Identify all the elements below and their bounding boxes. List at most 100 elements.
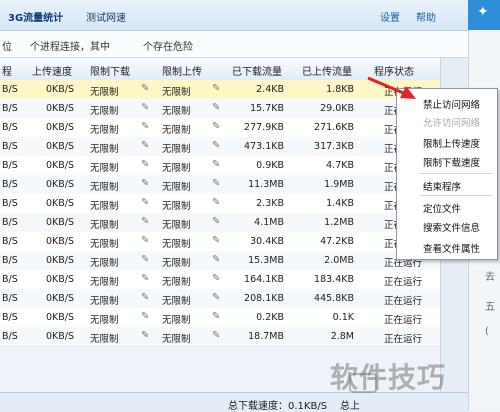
edit-icon[interactable]: ✎ bbox=[141, 121, 149, 132]
total-download-speed: 总下载速度：0.1KB/S bbox=[228, 401, 328, 412]
table-row[interactable]: B/S 0KB/S 无限制 ✎ 无限制 ✎ 164.1KB 183.4KB 正在… bbox=[0, 270, 440, 290]
tab-3g-traffic[interactable]: 3G流量统计 bbox=[8, 9, 63, 24]
menu-item-allow-network[interactable]: 允许访问网络 bbox=[423, 115, 480, 129]
cell-downloaded: 473.1KB bbox=[244, 141, 284, 152]
cell-upload-speed: 0KB/S bbox=[45, 236, 74, 247]
edit-icon[interactable]: ✎ bbox=[141, 102, 149, 113]
edit-icon[interactable]: ✎ bbox=[212, 121, 220, 132]
edit-icon[interactable]: ✎ bbox=[141, 197, 149, 208]
edit-icon[interactable]: ✎ bbox=[212, 216, 220, 227]
col-process[interactable]: 程 bbox=[2, 63, 12, 78]
cell-uploaded: 2.0MB bbox=[324, 255, 354, 266]
cell-download-limit: 无限制 bbox=[90, 87, 119, 98]
edit-icon[interactable]: ✎ bbox=[141, 216, 149, 227]
table-row[interactable]: B/S 0KB/S 无限制 ✎ 无限制 ✎ 15.7KB 29.0KB 正在运行 bbox=[0, 99, 440, 119]
menu-item-file-properties[interactable]: 查看文件属性 bbox=[423, 241, 480, 255]
cell-downloaded: 0.2KB bbox=[256, 312, 284, 323]
cell-speed: B/S bbox=[2, 122, 18, 133]
menu-item-limit-upload[interactable]: 限制上传速度 bbox=[423, 136, 480, 150]
table-row[interactable]: B/S 0KB/S 无限制 ✎ 无限制 ✎ 0.2KB 0.1K 正在运行 bbox=[0, 308, 440, 328]
edit-icon[interactable]: ✎ bbox=[141, 83, 149, 94]
cell-uploaded: 2.8M bbox=[330, 331, 354, 342]
cell-upload-limit: 无限制 bbox=[162, 144, 191, 155]
cell-upload-limit: 无限制 bbox=[162, 239, 191, 250]
total-upload-speed: 总上 bbox=[340, 401, 360, 412]
cell-download-limit: 无限制 bbox=[90, 163, 119, 174]
watermark-text: 软件技巧 bbox=[330, 361, 447, 394]
summary-prefix: 位 bbox=[2, 42, 12, 53]
edit-icon[interactable]: ✎ bbox=[212, 292, 220, 303]
col-upload-speed[interactable]: 上传速度 bbox=[32, 63, 72, 78]
cell-upload-limit: 无限制 bbox=[162, 296, 191, 307]
cell-upload-speed: 0KB/S bbox=[45, 293, 74, 304]
cell-uploaded: 1.2MB bbox=[324, 217, 354, 228]
edit-icon[interactable]: ✎ bbox=[141, 311, 149, 322]
cell-upload-limit: 无限制 bbox=[162, 125, 191, 136]
col-status[interactable]: 程序状态 bbox=[374, 63, 414, 78]
cell-upload-limit: 无限制 bbox=[162, 163, 191, 174]
edit-icon[interactable]: ✎ bbox=[141, 273, 149, 284]
cell-download-limit: 无限制 bbox=[90, 106, 119, 117]
cell-upload-speed: 0KB/S bbox=[45, 198, 74, 209]
menu-item-end-process[interactable]: 结束程序 bbox=[423, 179, 461, 193]
edit-icon[interactable]: ✎ bbox=[212, 102, 220, 113]
settings-link[interactable]: 设置 bbox=[380, 9, 400, 24]
edit-icon[interactable]: ✎ bbox=[141, 292, 149, 303]
menu-item-locate-file[interactable]: 定位文件 bbox=[423, 201, 461, 215]
edit-icon[interactable]: ✎ bbox=[141, 254, 149, 265]
col-uploaded[interactable]: 已上传流量 bbox=[302, 63, 352, 78]
corner-button[interactable]: ✦ bbox=[468, 0, 500, 30]
col-upload-limit[interactable]: 限制上传 bbox=[162, 63, 202, 78]
edit-icon[interactable]: ✎ bbox=[212, 311, 220, 322]
cell-status: 正在运行 bbox=[384, 296, 423, 307]
table-row[interactable]: B/S 0KB/S 无限制 ✎ 无限制 ✎ 11.3MB 1.9MB 正在运行 bbox=[0, 175, 440, 195]
edit-icon[interactable]: ✎ bbox=[212, 254, 220, 265]
cell-uploaded: 183.4KB bbox=[314, 274, 354, 285]
cell-speed: B/S bbox=[2, 217, 18, 228]
table-row[interactable]: B/S 0KB/S 无限制 ✎ 无限制 ✎ 30.4KB 47.2KB 正在运行 bbox=[0, 232, 440, 252]
edit-icon[interactable]: ✎ bbox=[212, 273, 220, 284]
menu-item-search-file-info[interactable]: 搜索文件信息 bbox=[423, 220, 480, 234]
edit-icon[interactable]: ✎ bbox=[212, 235, 220, 246]
table-row[interactable]: B/S 0KB/S 无限制 ✎ 无限制 ✎ 2.3KB 1.4KB 正在运行 bbox=[0, 194, 440, 214]
cell-downloaded: 11.3MB bbox=[248, 179, 284, 190]
col-download-limit[interactable]: 限制下载 bbox=[90, 63, 130, 78]
tab-speed-test[interactable]: 测试网速 bbox=[86, 9, 126, 24]
edit-icon[interactable]: ✎ bbox=[141, 159, 149, 170]
cell-upload-limit: 无限制 bbox=[162, 87, 191, 98]
cell-download-limit: 无限制 bbox=[90, 239, 119, 250]
table-row[interactable]: B/S 0KB/S 无限制 ✎ 无限制 ✎ 0.9KB 4.7KB 正在运行 bbox=[0, 156, 440, 176]
menu-item-limit-download[interactable]: 限制下载速度 bbox=[423, 155, 480, 169]
edit-icon[interactable]: ✎ bbox=[212, 140, 220, 151]
edit-icon[interactable]: ✎ bbox=[141, 235, 149, 246]
table-row[interactable]: B/S 0KB/S 无限制 ✎ 无限制 ✎ 277.9KB 271.6KB 正在… bbox=[0, 118, 440, 138]
table-row[interactable]: B/S 0KB/S 无限制 ✎ 无限制 ✎ 18.7MB 2.8M 正在运行 bbox=[0, 327, 440, 347]
edit-icon[interactable]: ✎ bbox=[212, 178, 220, 189]
edit-icon[interactable]: ✎ bbox=[212, 330, 220, 341]
edit-icon[interactable]: ✎ bbox=[141, 178, 149, 189]
cell-download-limit: 无限制 bbox=[90, 258, 119, 269]
cell-speed: B/S bbox=[2, 141, 18, 152]
cell-speed: B/S bbox=[2, 331, 18, 342]
edit-icon[interactable]: ✎ bbox=[141, 140, 149, 151]
table-row[interactable]: B/S 0KB/S 无限制 ✎ 无限制 ✎ 2.4KB 1.8KB 正在运行 bbox=[0, 80, 440, 100]
cell-upload-limit: 无限制 bbox=[162, 258, 191, 269]
cell-upload-speed: 0KB/S bbox=[45, 312, 74, 323]
edit-icon[interactable]: ✎ bbox=[212, 159, 220, 170]
edit-icon[interactable]: ✎ bbox=[141, 330, 149, 341]
cell-upload-limit: 无限制 bbox=[162, 220, 191, 231]
cell-speed: B/S bbox=[2, 255, 18, 266]
table-row[interactable]: B/S 0KB/S 无限制 ✎ 无限制 ✎ 15.3MB 2.0MB 正在运行 bbox=[0, 251, 440, 271]
cell-upload-limit: 无限制 bbox=[162, 201, 191, 212]
help-link[interactable]: 帮助 bbox=[416, 9, 436, 24]
cell-uploaded: 1.4KB bbox=[326, 198, 354, 209]
cell-upload-speed: 0KB/S bbox=[45, 217, 74, 228]
table-row[interactable]: B/S 0KB/S 无限制 ✎ 无限制 ✎ 208.1KB 445.8KB 正在… bbox=[0, 289, 440, 309]
table-row[interactable]: B/S 0KB/S 无限制 ✎ 无限制 ✎ 4.1MB 1.2MB 正在运行 bbox=[0, 213, 440, 233]
col-downloaded[interactable]: 已下载流量 bbox=[232, 63, 282, 78]
table-row[interactable]: B/S 0KB/S 无限制 ✎ 无限制 ✎ 473.1KB 317.3KB 正在… bbox=[0, 137, 440, 157]
edit-icon[interactable]: ✎ bbox=[212, 197, 220, 208]
menu-item-block-network[interactable]: 禁止访问网络 bbox=[423, 97, 480, 111]
edit-icon[interactable]: ✎ bbox=[212, 83, 220, 94]
cell-upload-speed: 0KB/S bbox=[45, 179, 74, 190]
